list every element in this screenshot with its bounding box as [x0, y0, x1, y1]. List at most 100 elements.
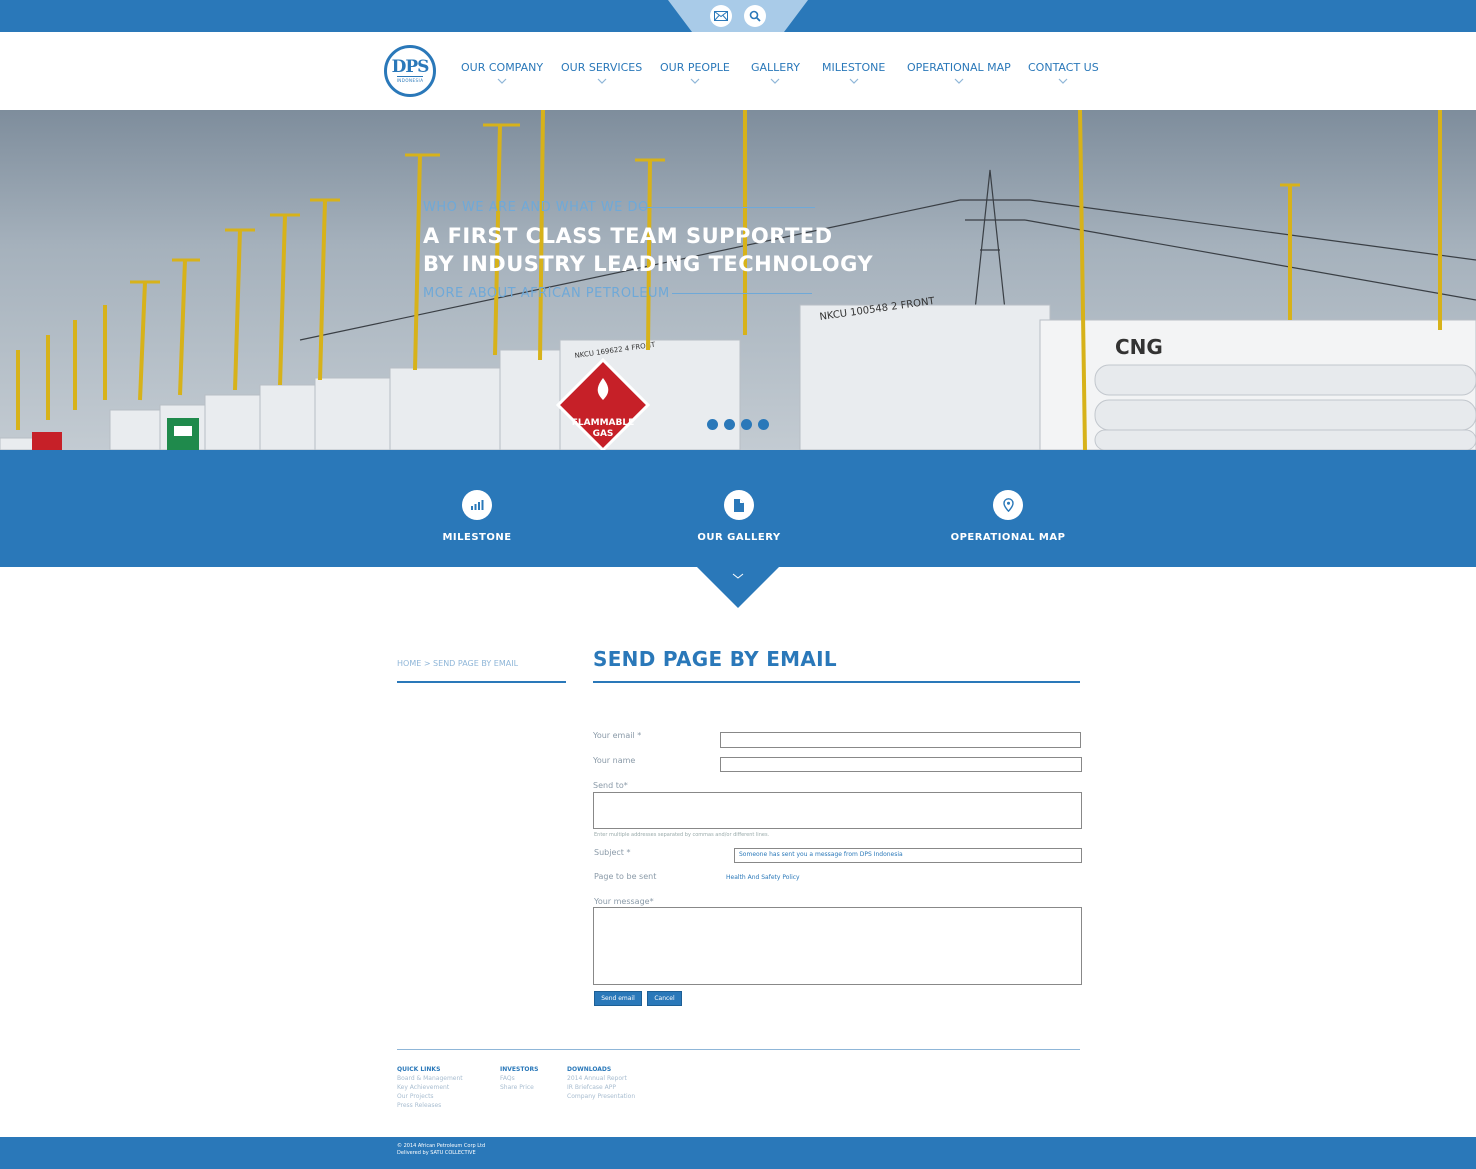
chevron-down-icon — [1058, 78, 1068, 84]
nav-contact-us[interactable]: CONTACT US — [1028, 61, 1099, 85]
hero-title-line-1: A FIRST CLASS TEAM SUPPORTED — [423, 224, 833, 248]
footer-link[interactable]: Press Releases — [397, 1101, 463, 1110]
top-utility-bar — [0, 0, 1476, 32]
footer-link[interactable]: FAQs — [500, 1074, 538, 1083]
sign-text-flammable: FLAMMABLE — [572, 418, 634, 428]
sign-text-gas: GAS — [593, 429, 614, 439]
name-label: Your name — [593, 756, 636, 765]
footer-link[interactable]: Share Price — [500, 1083, 538, 1092]
page-title-underline — [593, 681, 1080, 683]
bar-chart-icon — [462, 490, 492, 520]
email-field[interactable] — [720, 732, 1081, 748]
hero-background-image: CNG NKCU 100548 2 FRONT NKCU 169622 4 FR… — [0, 110, 1476, 450]
footer-link[interactable]: Key Achievement — [397, 1083, 463, 1092]
page-to-send-value[interactable]: Health And Safety Policy — [726, 874, 800, 881]
footer-link[interactable]: IR Briefcase APP — [567, 1083, 635, 1092]
map-pin-icon — [993, 490, 1023, 520]
footer-link[interactable]: Our Projects — [397, 1092, 463, 1101]
copyright: © 2014 African Petroleum Corp Ltd Delive… — [397, 1143, 485, 1157]
logo-text: DPS — [391, 56, 430, 77]
hero-more-link[interactable]: MORE ABOUT AFRICAN PETROLEUM — [423, 286, 670, 301]
slider-dot-4[interactable] — [758, 419, 769, 430]
send-to-textarea[interactable] — [593, 792, 1082, 829]
subject-value: Someone has sent you a message from DPS … — [739, 851, 903, 858]
page-to-send-label: Page to be sent — [594, 872, 657, 881]
feature-band: MILESTONE OUR GALLERY OPERATIONAL MAP — [0, 450, 1476, 567]
chevron-down-icon — [497, 78, 507, 84]
nav-our-services[interactable]: OUR SERVICES — [561, 61, 642, 85]
send-to-label: Send to* — [593, 781, 628, 790]
logo-subtext: INDONESIA — [396, 75, 424, 83]
dps-logo[interactable]: DPS INDONESIA — [384, 45, 436, 97]
footer-bar: © 2014 African Petroleum Corp Ltd Delive… — [0, 1137, 1476, 1169]
delivered-by-text: Delivered by SATU COLLECTIVE — [397, 1150, 476, 1156]
nav-our-people[interactable]: OUR PEOPLE — [660, 61, 730, 85]
message-textarea[interactable] — [593, 907, 1082, 985]
footer-heading: DOWNLOADS — [567, 1066, 612, 1073]
footer-heading: INVESTORS — [500, 1066, 539, 1073]
hero-title-line-2: BY INDUSTRY LEADING TECHNOLOGY — [423, 252, 874, 276]
breadcrumb-underline — [397, 681, 566, 683]
message-label: Your message* — [594, 897, 654, 906]
chevron-down-icon — [597, 78, 607, 84]
feature-operational-map[interactable]: OPERATIONAL MAP — [928, 490, 1088, 543]
copyright-text: © 2014 African Petroleum Corp Ltd — [397, 1143, 486, 1149]
hero-eyebrow: WHO WE ARE AND WHAT WE DO — [423, 200, 649, 215]
footer-investors: INVESTORS FAQs Share Price — [500, 1066, 538, 1092]
message-value — [594, 908, 1081, 912]
email-value — [721, 733, 1080, 737]
hero-more-line — [672, 293, 812, 294]
slider-dot-1[interactable] — [707, 419, 718, 430]
nav-gallery[interactable]: GALLERY — [751, 61, 800, 85]
nav-label: GALLERY — [751, 61, 800, 74]
search-icon[interactable] — [744, 5, 766, 27]
feature-our-gallery[interactable]: OUR GALLERY — [659, 490, 819, 543]
slider-dot-3[interactable] — [741, 419, 752, 430]
hero-slider: CNG NKCU 100548 2 FRONT NKCU 169622 4 FR… — [0, 110, 1476, 450]
nav-operational-map[interactable]: OPERATIONAL MAP — [907, 61, 1011, 85]
document-icon — [724, 490, 754, 520]
feature-label: MILESTONE — [442, 532, 512, 543]
container-label-cng: CNG — [1115, 335, 1163, 359]
footer-link[interactable]: 2014 Annual Report — [567, 1074, 635, 1083]
footer-heading: QUICK LINKS — [397, 1066, 441, 1073]
site-header: DPS INDONESIA OUR COMPANY OUR SERVICES O… — [0, 32, 1476, 110]
subject-field[interactable]: Someone has sent you a message from DPS … — [734, 848, 1082, 863]
chevron-down-icon — [771, 78, 780, 84]
nav-label: MILESTONE — [822, 61, 886, 74]
footer-quick-links: QUICK LINKS Board & Management Key Achie… — [397, 1066, 463, 1110]
footer-divider — [397, 1049, 1080, 1050]
slider-dot-2[interactable] — [724, 419, 735, 430]
nav-milestone[interactable]: MILESTONE — [822, 61, 885, 85]
feature-milestone[interactable]: MILESTONE — [397, 490, 557, 543]
nav-label: OUR PEOPLE — [660, 61, 730, 74]
send-to-value — [594, 793, 1081, 797]
chevron-down-icon — [690, 78, 700, 84]
feature-label: OPERATIONAL MAP — [950, 532, 1066, 543]
send-to-hint: Enter multiple addresses separated by co… — [594, 832, 770, 838]
footer-downloads: DOWNLOADS 2014 Annual Report IR Briefcas… — [567, 1066, 635, 1101]
chevron-down-icon — [954, 78, 964, 84]
topbar-tab-shape — [668, 0, 808, 32]
name-value — [721, 758, 1081, 762]
name-field[interactable] — [720, 757, 1082, 772]
cancel-button[interactable]: Cancel — [647, 991, 682, 1006]
feature-label: OUR GALLERY — [697, 532, 781, 543]
nav-label: CONTACT US — [1028, 61, 1099, 74]
chevron-down-icon — [849, 78, 859, 84]
envelope-icon[interactable] — [710, 5, 732, 27]
nav-our-company[interactable]: OUR COMPANY — [461, 61, 543, 85]
footer-link[interactable]: Board & Management — [397, 1074, 463, 1083]
nav-label: OUR COMPANY — [461, 61, 544, 74]
page-title: SEND PAGE BY EMAIL — [593, 647, 837, 671]
email-label: Your email * — [593, 731, 642, 740]
scroll-down-arrow[interactable] — [696, 566, 780, 608]
nav-label: OUR SERVICES — [561, 61, 643, 74]
breadcrumb[interactable]: HOME > SEND PAGE BY EMAIL — [397, 659, 518, 668]
hero-title: A FIRST CLASS TEAM SUPPORTED BY INDUSTRY… — [423, 222, 873, 278]
slider-dots — [707, 419, 769, 430]
send-email-button[interactable]: Send email — [594, 991, 642, 1006]
footer-link[interactable]: Company Presentation — [567, 1092, 635, 1101]
hero-eyebrow-line — [640, 207, 815, 208]
nav-label: OPERATIONAL MAP — [907, 61, 1011, 74]
